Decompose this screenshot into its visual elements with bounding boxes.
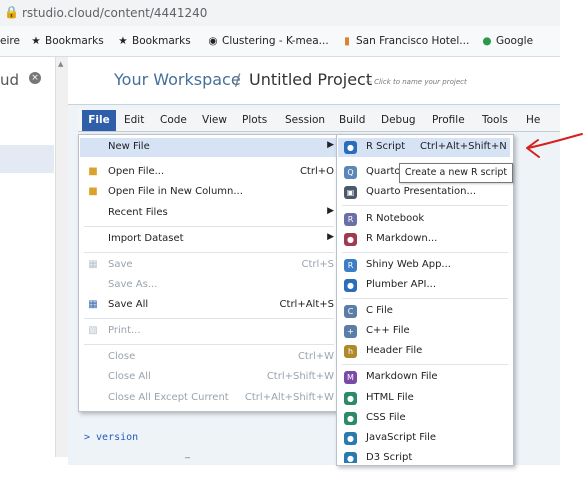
breadcrumb-separator: / xyxy=(235,70,241,89)
folder-icon: ■ xyxy=(88,166,98,177)
google-icon: ● xyxy=(482,35,492,47)
url-text[interactable]: rstudio.cloud/content/4441240 xyxy=(22,6,207,20)
menu-separator xyxy=(84,344,334,345)
bookmark-item[interactable]: ★ Bookmarks xyxy=(30,35,103,47)
submenu-item-css-file[interactable]: ● CSS File xyxy=(338,409,510,428)
js-icon: ● xyxy=(344,432,357,445)
header-file-icon: h xyxy=(344,345,357,358)
submenu-item-shiny-web-app[interactable]: R Shiny Web App... xyxy=(338,256,510,275)
menu-separator xyxy=(84,252,334,253)
scroll-up-icon[interactable]: ▲ xyxy=(58,60,63,68)
menu-separator xyxy=(342,205,508,206)
annotation-arrow-icon xyxy=(526,133,583,158)
left-nav-title: ud xyxy=(0,71,20,89)
menu-build[interactable]: Build xyxy=(339,114,365,126)
menu-code[interactable]: Code xyxy=(160,114,187,126)
c-file-icon: C xyxy=(344,305,357,318)
project-title[interactable]: Untitled Project xyxy=(249,70,372,89)
star-icon: ★ xyxy=(31,35,41,47)
globe-icon: ◉ xyxy=(208,35,218,47)
print-icon: ▧ xyxy=(88,325,98,336)
menu-item-recent-files[interactable]: Recent Files ▶ xyxy=(80,204,338,223)
menu-edit[interactable]: Edit xyxy=(124,114,144,126)
submenu-arrow-icon: ▶ xyxy=(327,140,334,150)
submenu-item-header-file[interactable]: h Header File xyxy=(338,342,510,361)
menu-separator xyxy=(342,252,508,253)
menu-view[interactable]: View xyxy=(202,114,227,126)
menu-item-save-all[interactable]: ▦ Save All Ctrl+Alt+S xyxy=(80,296,338,315)
menu-item-close-all[interactable]: Close All Ctrl+Shift+W xyxy=(80,368,338,387)
submenu-item-r-script[interactable]: ● R Script Ctrl+Alt+Shift+N xyxy=(338,138,510,157)
submenu-item-html-file[interactable]: ● HTML File xyxy=(338,389,510,408)
r-markdown-icon: ● xyxy=(344,233,357,246)
save-all-icon: ▦ xyxy=(88,299,98,310)
menu-debug[interactable]: Debug xyxy=(381,114,416,126)
left-nav-selected-item[interactable] xyxy=(0,145,54,173)
chart-icon: ▮ xyxy=(344,35,350,47)
cpp-file-icon: + xyxy=(344,325,357,338)
html-icon: ● xyxy=(344,392,357,405)
menu-separator xyxy=(342,364,508,365)
submenu-arrow-icon: ▶ xyxy=(327,232,334,242)
menu-tools[interactable]: Tools xyxy=(482,114,508,126)
submenu-arrow-icon: ▶ xyxy=(327,206,334,216)
menu-item-close[interactable]: Close Ctrl+W xyxy=(80,348,338,367)
submenu-item-d3-script[interactable]: ● D3 Script xyxy=(338,449,510,463)
submenu-item-quarto-presentation[interactable]: ▣ Quarto Presentation... xyxy=(338,183,510,202)
menu-plots[interactable]: Plots xyxy=(242,114,267,126)
submenu-item-r-markdown[interactable]: ● R Markdown... xyxy=(338,230,510,249)
quarto-doc-icon: Q xyxy=(344,166,357,179)
left-nav-pane xyxy=(0,57,54,457)
shiny-icon: R xyxy=(344,259,357,272)
submenu-item-cpp-file[interactable]: + C++ File xyxy=(338,322,510,341)
menu-separator xyxy=(84,318,334,319)
menu-item-import-dataset[interactable]: Import Dataset ▶ xyxy=(80,230,338,249)
project-name-hint: ← Click to name your project xyxy=(366,78,467,86)
menu-item-close-all-except-current[interactable]: Close All Except Current Ctrl+Alt+Shift+… xyxy=(80,389,338,408)
menu-separator xyxy=(84,226,334,227)
save-icon: ▦ xyxy=(88,259,98,270)
menu-help[interactable]: He xyxy=(526,114,540,126)
menu-file[interactable]: File xyxy=(82,110,116,131)
submenu-item-plumber-api[interactable]: ● Plumber API... xyxy=(338,276,510,295)
close-icon[interactable]: × xyxy=(29,72,41,84)
d3-icon: ● xyxy=(344,452,357,463)
console-prompt[interactable]: > version xyxy=(84,432,138,443)
r-script-icon: ● xyxy=(344,141,357,154)
r-notebook-icon: R xyxy=(344,213,357,226)
menu-profile[interactable]: Profile xyxy=(432,114,465,126)
menu-separator xyxy=(342,298,508,299)
submenu-item-markdown-file[interactable]: M Markdown File xyxy=(338,368,510,387)
markdown-icon: M xyxy=(344,371,357,384)
page-margin xyxy=(560,0,585,481)
bookmark-item[interactable]: ● Google xyxy=(481,35,533,47)
bookmarks-bar: eire ★ Bookmarks ★ Bookmarks ◉ Clustering -… xyxy=(0,26,560,57)
submenu-item-javascript-file[interactable]: ● JavaScript File xyxy=(338,429,510,448)
folder-icon: ■ xyxy=(88,186,98,197)
menu-item-save-as[interactable]: Save As... xyxy=(80,276,338,295)
left-scrollbar[interactable] xyxy=(55,57,68,457)
menu-item-print[interactable]: ▧ Print... xyxy=(80,322,338,341)
bookmark-item[interactable]: ▮ San Francisco Hotel... xyxy=(341,35,469,47)
plumber-icon: ● xyxy=(344,279,357,292)
lock-icon: 🔒 xyxy=(4,5,19,19)
bookmark-item[interactable]: ★ Bookmarks xyxy=(117,35,190,47)
star-icon: ★ xyxy=(118,35,128,47)
submenu-item-r-notebook[interactable]: R R Notebook xyxy=(338,210,510,229)
console-cursor: _ xyxy=(185,448,190,459)
presentation-icon: ▣ xyxy=(344,186,357,199)
css-icon: ● xyxy=(344,412,357,425)
menu-item-open-file-new-column[interactable]: ■ Open File in New Column... xyxy=(80,183,338,202)
bookmark-item[interactable]: ◉ Clustering - K-mea... xyxy=(207,35,328,47)
submenu-item-c-file[interactable]: C C File xyxy=(338,302,510,321)
workspace-link[interactable]: Your Workspace xyxy=(114,70,241,89)
tooltip: Create a new R script xyxy=(399,163,513,183)
menu-item-save[interactable]: ▦ Save Ctrl+S xyxy=(80,256,338,275)
bookmark-truncated[interactable]: eire xyxy=(0,35,20,47)
menu-item-new-file[interactable]: New File ▶ xyxy=(80,138,338,157)
menu-item-open-file[interactable]: ■ Open File... Ctrl+O xyxy=(80,163,338,182)
menu-session[interactable]: Session xyxy=(285,114,325,126)
